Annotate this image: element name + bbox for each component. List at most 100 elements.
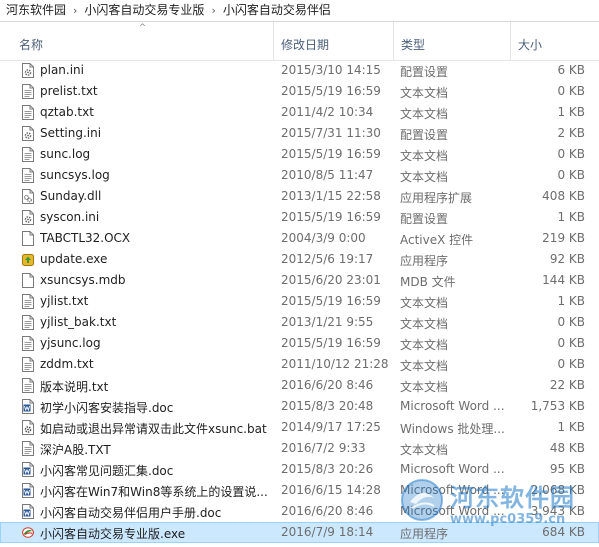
word-doc-icon bbox=[22, 462, 34, 477]
file-type: 配置设置 bbox=[400, 65, 449, 79]
file-size: 1 KB bbox=[557, 294, 585, 308]
file-row[interactable]: zddm.txt 2011/10/12 21:28 文本文档 0 KB bbox=[0, 354, 599, 375]
file-type: 应用程序 bbox=[400, 527, 449, 541]
file-type: Windows 批处理... bbox=[400, 422, 505, 436]
file-date: 2013/1/21 9:55 bbox=[281, 315, 374, 329]
file-size: 0 KB bbox=[557, 357, 585, 371]
file-row[interactable]: yjsunc.log 2015/5/19 16:59 文本文档 0 KB bbox=[0, 333, 599, 354]
file-size: 95 KB bbox=[549, 462, 585, 476]
breadcrumb-item-current[interactable]: 小闪客自动交易伴侣 bbox=[217, 0, 337, 21]
text-file-icon bbox=[22, 315, 34, 330]
file-type: Microsoft Word ... bbox=[400, 462, 505, 476]
file-type: 文本文档 bbox=[400, 359, 449, 373]
file-date: 2015/5/19 16:59 bbox=[281, 147, 381, 161]
file-name: syscon.ini bbox=[40, 210, 100, 224]
batch-file-icon bbox=[22, 420, 34, 435]
text-file-icon bbox=[22, 378, 34, 393]
file-row[interactable]: 小闪客在Win7和Win8等系统上的设置说... 2016/6/15 14:28 M… bbox=[0, 480, 599, 501]
file-date: 2016/7/2 9:33 bbox=[281, 441, 366, 455]
file-row[interactable]: 如启动或退出异常请双击此文件xsunc.bat 2014/9/17 17:25 Wi… bbox=[0, 417, 599, 438]
file-type: Microsoft Word ... bbox=[400, 504, 505, 518]
column-header-type[interactable]: 类型 bbox=[394, 22, 511, 60]
file-row[interactable]: 初学小闪客安装指导.doc 2015/8/3 20:48 Microsoft Wor… bbox=[0, 396, 599, 417]
file-name: xsuncsys.mdb bbox=[40, 273, 126, 287]
file-date: 2016/6/20 8:46 bbox=[281, 378, 374, 392]
file-type: 配置设置 bbox=[400, 128, 449, 142]
file-name: 深沪A股.TXT bbox=[40, 443, 111, 457]
file-size: 2,068 KB bbox=[530, 483, 585, 497]
file-row[interactable]: 版本说明.txt 2016/6/20 8:46 文本文档 22 KB bbox=[0, 375, 599, 396]
file-type: 文本文档 bbox=[400, 317, 449, 331]
file-date: 2014/9/17 17:25 bbox=[281, 420, 381, 434]
file-date: 2004/3/9 0:00 bbox=[281, 231, 366, 245]
file-date: 2016/6/15 14:28 bbox=[281, 483, 381, 497]
file-size: 0 KB bbox=[557, 147, 585, 161]
file-row[interactable]: 小闪客自动交易伴侣用户手册.doc 2016/6/20 8:46 Microsoft… bbox=[0, 501, 599, 522]
file-type: 文本文档 bbox=[400, 296, 449, 310]
column-header: ^ 名称 修改日期 类型 大小 bbox=[0, 22, 599, 61]
file-type: Microsoft Word ... bbox=[400, 483, 505, 497]
file-row[interactable]: 小闪客自动交易专业版.exe 2016/7/9 18:14 应用程序 684 KB bbox=[0, 522, 599, 543]
file-date: 2015/5/19 16:59 bbox=[281, 210, 381, 224]
text-file-icon bbox=[22, 294, 34, 309]
file-list: plan.ini 2015/3/10 14:15 配置设置 6 KB prelist.t… bbox=[0, 60, 599, 543]
generic-file-icon bbox=[22, 231, 34, 246]
file-row[interactable]: xsuncsys.mdb 2015/6/20 23:01 MDB 文件 144 KB bbox=[0, 270, 599, 291]
file-name: 初学小闪客安装指导.doc bbox=[40, 401, 174, 415]
settings-file-icon bbox=[22, 210, 34, 225]
column-header-size[interactable]: 大小 bbox=[511, 22, 599, 60]
file-name: yjlist_bak.txt bbox=[40, 315, 117, 329]
breadcrumb-item-root[interactable]: 河东软件园 bbox=[0, 0, 72, 21]
text-file-icon bbox=[22, 84, 34, 99]
file-row[interactable]: suncsys.log 2010/8/5 11:47 文本文档 0 KB bbox=[0, 165, 599, 186]
file-date: 2015/8/3 20:48 bbox=[281, 399, 374, 413]
file-date: 2015/7/31 11:30 bbox=[281, 126, 381, 140]
file-row[interactable]: syscon.ini 2015/5/19 16:59 配置设置 1 KB bbox=[0, 207, 599, 228]
file-date: 2011/10/12 21:28 bbox=[281, 357, 389, 371]
file-size: 1 KB bbox=[557, 105, 585, 119]
text-file-icon bbox=[22, 105, 34, 120]
column-label-name: 名称 bbox=[19, 38, 44, 52]
file-size: 1,753 KB bbox=[530, 399, 585, 413]
file-type: 文本文档 bbox=[400, 86, 449, 100]
file-row[interactable]: Setting.ini 2015/7/31 11:30 配置设置 2 KB bbox=[0, 123, 599, 144]
file-type: 配置设置 bbox=[400, 212, 449, 226]
file-row[interactable]: 小闪客常见问题汇集.doc 2015/8/3 20:26 Microsoft Wor… bbox=[0, 459, 599, 480]
file-row[interactable]: update.exe 2012/5/6 19:17 应用程序 92 KB bbox=[0, 249, 599, 270]
file-size: 3,943 KB bbox=[530, 504, 585, 518]
file-row[interactable]: yjlist_bak.txt 2013/1/21 9:55 文本文档 0 KB bbox=[0, 312, 599, 333]
file-row[interactable]: qztab.txt 2011/4/2 10:34 文本文档 1 KB bbox=[0, 102, 599, 123]
word-doc-icon bbox=[22, 504, 34, 519]
file-name: qztab.txt bbox=[40, 105, 94, 119]
file-type: 文本文档 bbox=[400, 107, 449, 121]
file-type: ActiveX 控件 bbox=[400, 233, 474, 247]
file-name: yjsunc.log bbox=[40, 336, 101, 350]
update-exe-icon bbox=[22, 252, 34, 267]
file-size: 0 KB bbox=[557, 84, 585, 98]
file-date: 2015/6/20 23:01 bbox=[281, 273, 381, 287]
file-date: 2015/5/19 16:59 bbox=[281, 84, 381, 98]
file-row[interactable]: plan.ini 2015/3/10 14:15 配置设置 6 KB bbox=[0, 60, 599, 81]
file-name: update.exe bbox=[40, 252, 108, 266]
file-type: 文本文档 bbox=[400, 443, 449, 457]
column-header-name[interactable]: ^ 名称 bbox=[12, 22, 274, 60]
breadcrumb-item-parent[interactable]: 小闪客自动交易专业版 bbox=[78, 0, 210, 21]
file-size: 22 KB bbox=[549, 378, 585, 392]
file-date: 2016/7/9 18:14 bbox=[281, 525, 374, 539]
file-name: prelist.txt bbox=[40, 84, 98, 98]
file-row[interactable]: 深沪A股.TXT 2016/7/2 9:33 文本文档 48 KB bbox=[0, 438, 599, 459]
file-row[interactable]: Sunday.dll 2013/1/15 22:58 应用程序扩展 408 KB bbox=[0, 186, 599, 207]
column-header-date[interactable]: 修改日期 bbox=[274, 22, 394, 60]
word-doc-icon bbox=[22, 483, 34, 498]
file-row[interactable]: prelist.txt 2015/5/19 16:59 文本文档 0 KB bbox=[0, 81, 599, 102]
file-row[interactable]: yjlist.txt 2015/5/19 16:59 文本文档 1 KB bbox=[0, 291, 599, 312]
file-date: 2010/8/5 11:47 bbox=[281, 168, 374, 182]
file-explorer-window: 河东软件园 › 小闪客自动交易专业版 › 小闪客自动交易伴侣 ^ 名称 修改日期… bbox=[0, 0, 599, 547]
file-row[interactable]: TABCTL32.OCX 2004/3/9 0:00 ActiveX 控件 219 K… bbox=[0, 228, 599, 249]
file-row[interactable]: sunc.log 2015/5/19 16:59 文本文档 0 KB bbox=[0, 144, 599, 165]
dll-file-icon bbox=[22, 189, 34, 204]
file-type: Microsoft Word ... bbox=[400, 399, 505, 413]
file-date: 2016/6/20 8:46 bbox=[281, 504, 374, 518]
file-type: 文本文档 bbox=[400, 170, 449, 184]
file-name: 如启动或退出异常请双击此文件xsunc.bat bbox=[40, 422, 267, 436]
